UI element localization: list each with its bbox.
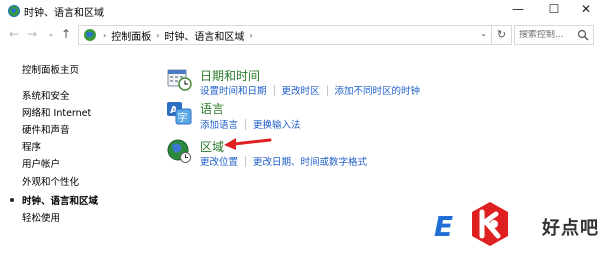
refresh-button[interactable]: ↻ xyxy=(492,25,512,45)
sidebar-item-clock-language-region[interactable]: 时钟、语言和区域 xyxy=(22,193,98,207)
date-time-links: 设置时间和日期 更改时区 添加不同时区的时钟 xyxy=(200,83,420,97)
language-links: 添加语言 更换输入法 xyxy=(200,117,301,131)
breadcrumb-control-panel[interactable]: 控制面板 xyxy=(111,28,151,43)
link-divider xyxy=(273,84,275,96)
navigation-bar: ← → ⌄ ↑ › 控制面板 › 时钟、语言和区域 › ⌄ ↻ xyxy=(0,22,600,48)
calendar-clock-icon[interactable] xyxy=(166,66,192,92)
sidebar-item-network-internet[interactable]: 网络和 Internet xyxy=(22,105,91,119)
breadcrumb-separator: › xyxy=(103,30,107,40)
link-divider xyxy=(245,118,247,130)
link-change-input-method[interactable]: 更换输入法 xyxy=(253,117,301,131)
address-bar[interactable]: › 控制面板 › 时钟、语言和区域 › ⌄ xyxy=(78,25,492,45)
sidebar: 控制面板主页 系统和安全 网络和 Internet 硬件和声音 程序 用户帐户 … xyxy=(0,48,150,260)
back-button[interactable]: ← xyxy=(6,26,22,42)
globe-clock-icon[interactable] xyxy=(166,138,192,164)
breadcrumb-separator: › xyxy=(156,30,160,40)
title-bar: 时钟、语言和区域 — ☐ ✕ xyxy=(0,0,600,22)
category-title-date-time[interactable]: 日期和时间 xyxy=(200,67,260,84)
watermark-logo: E xyxy=(434,202,508,246)
link-add-language[interactable]: 添加语言 xyxy=(200,117,238,131)
recent-locations-button[interactable]: ⌄ xyxy=(43,26,59,42)
link-set-time-date[interactable]: 设置时间和日期 xyxy=(200,83,267,97)
current-item-bullet xyxy=(10,198,14,202)
sidebar-item-programs[interactable]: 程序 xyxy=(22,139,41,153)
category-title-region[interactable]: 区域 xyxy=(200,138,224,155)
region-links: 更改位置 更改日期、时间或数字格式 xyxy=(200,154,367,168)
minimize-button[interactable]: — xyxy=(498,0,538,18)
link-divider xyxy=(245,155,247,167)
sidebar-item-ease-of-access[interactable]: 轻松使用 xyxy=(22,210,60,224)
category-title-language[interactable]: 语言 xyxy=(200,100,224,117)
svg-text:字: 字 xyxy=(178,111,188,124)
sidebar-item-hardware-sound[interactable]: 硬件和声音 xyxy=(22,122,70,136)
link-change-location[interactable]: 更改位置 xyxy=(200,154,238,168)
sidebar-item-control-panel-home[interactable]: 控制面板主页 xyxy=(22,62,79,76)
window-title: 时钟、语言和区域 xyxy=(24,8,104,19)
forward-button[interactable]: → xyxy=(24,26,40,42)
link-divider xyxy=(326,84,328,96)
search-icon[interactable] xyxy=(577,29,589,41)
sidebar-item-user-accounts[interactable]: 用户帐户 xyxy=(22,156,60,170)
language-icon[interactable]: A 字 xyxy=(166,100,192,126)
address-dropdown-button[interactable]: ⌄ xyxy=(480,29,487,38)
watermark-text: 好点吧 xyxy=(542,218,599,239)
up-button[interactable]: ↑ xyxy=(58,26,74,42)
watermark: E 好点吧 xyxy=(432,196,600,260)
svg-text:E: E xyxy=(434,210,453,243)
link-add-clocks[interactable]: 添加不同时区的时钟 xyxy=(335,83,421,97)
link-change-date-time-number-format[interactable]: 更改日期、时间或数字格式 xyxy=(253,154,367,168)
control-panel-icon xyxy=(8,5,20,17)
breadcrumb-separator[interactable]: › xyxy=(249,31,252,40)
close-button[interactable]: ✕ xyxy=(566,0,600,18)
breadcrumb-clock-language-region[interactable]: 时钟、语言和区域 xyxy=(164,28,244,43)
link-change-time-zone[interactable]: 更改时区 xyxy=(282,83,320,97)
control-panel-icon xyxy=(84,29,96,41)
annotation-arrow xyxy=(224,138,272,150)
search-box[interactable] xyxy=(514,25,594,45)
sidebar-item-system-security[interactable]: 系统和安全 xyxy=(22,88,70,102)
sidebar-item-appearance[interactable]: 外观和个性化 xyxy=(22,174,79,188)
search-input[interactable] xyxy=(519,30,579,40)
